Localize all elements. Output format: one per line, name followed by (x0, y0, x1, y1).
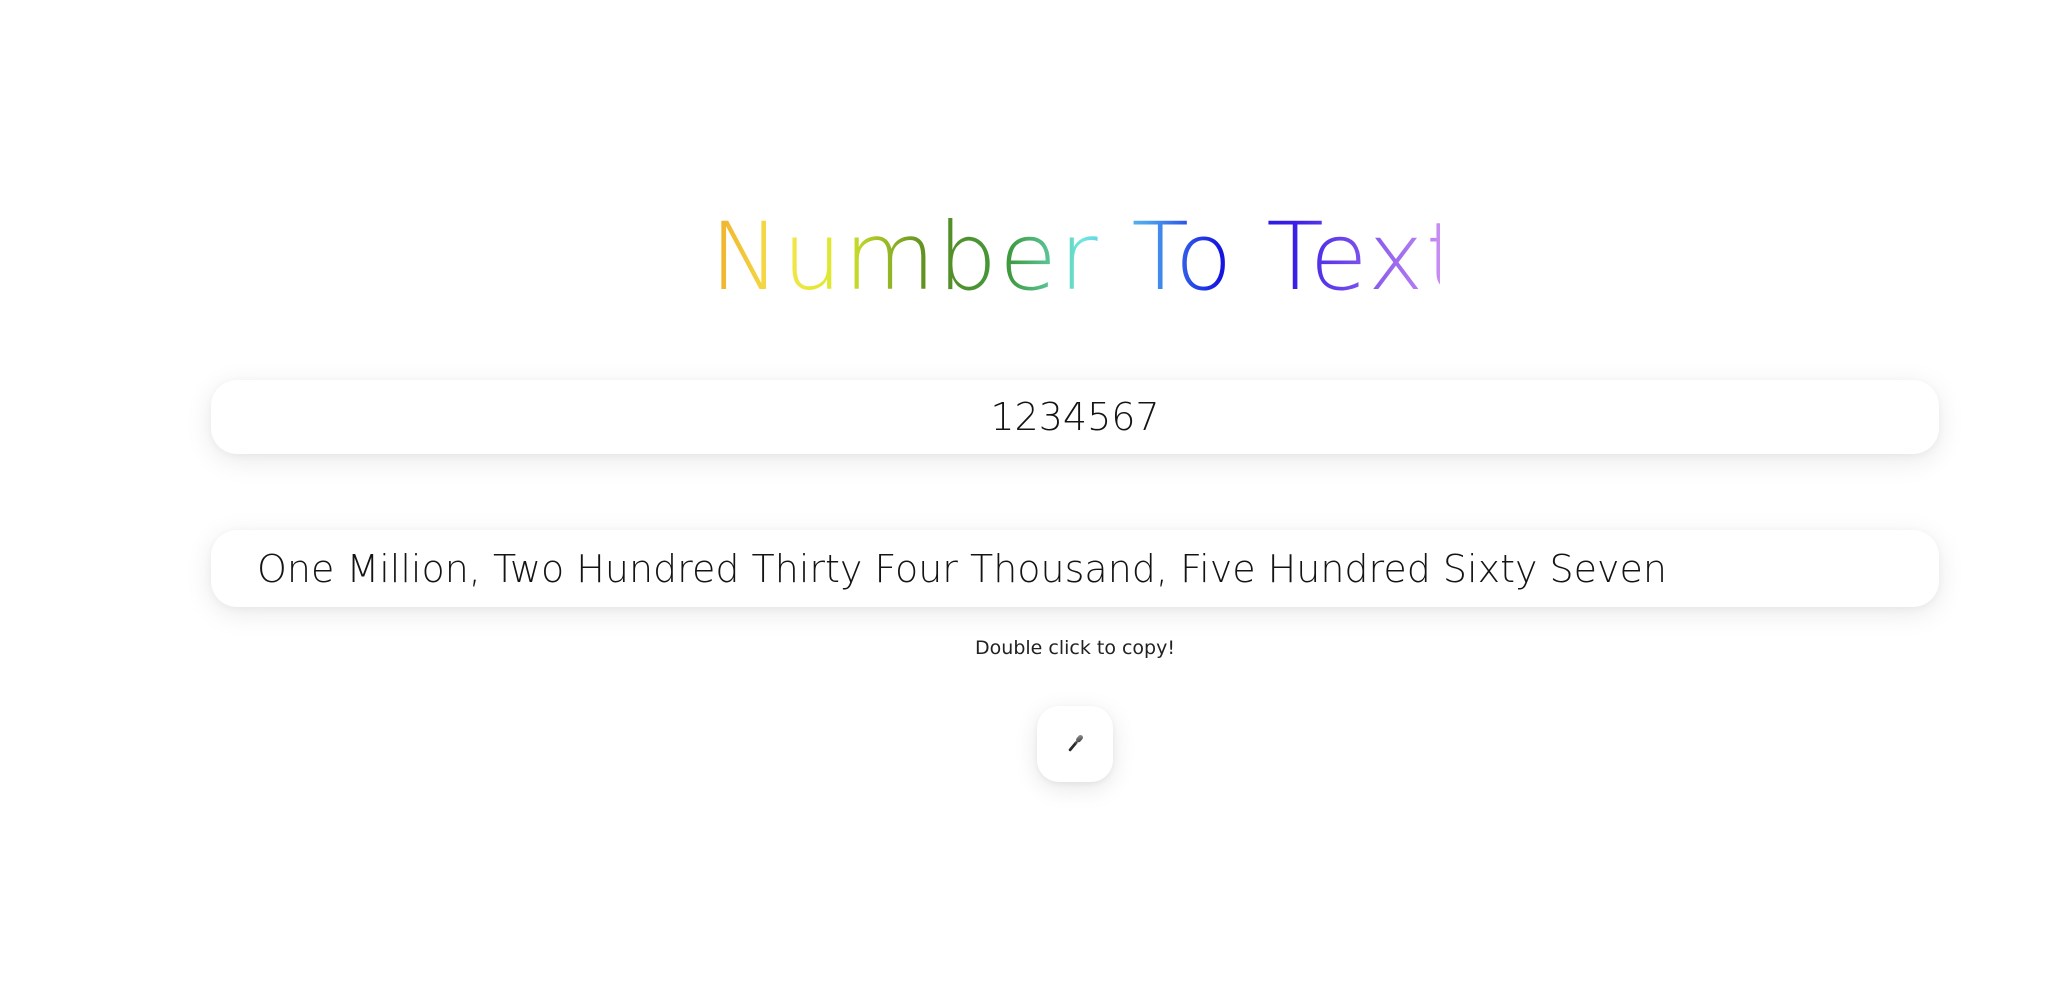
microphone-icon (1068, 734, 1083, 752)
copy-hint: Double click to copy! (975, 637, 1175, 659)
page: Number To Text One Million, Two Hundred … (0, 0, 2067, 992)
microphone-button[interactable] (1037, 706, 1113, 782)
words-output[interactable]: One Million, Two Hundred Thirty Four Tho… (257, 547, 1667, 591)
page-title: Number To Text (710, 203, 1465, 312)
title-container: Number To Text (710, 203, 1465, 313)
number-input-card (211, 380, 1939, 454)
number-input[interactable] (211, 380, 1939, 454)
words-output-card[interactable]: One Million, Two Hundred Thirty Four Tho… (211, 530, 1939, 607)
copy-hint-container: Double click to copy! (875, 637, 1275, 665)
